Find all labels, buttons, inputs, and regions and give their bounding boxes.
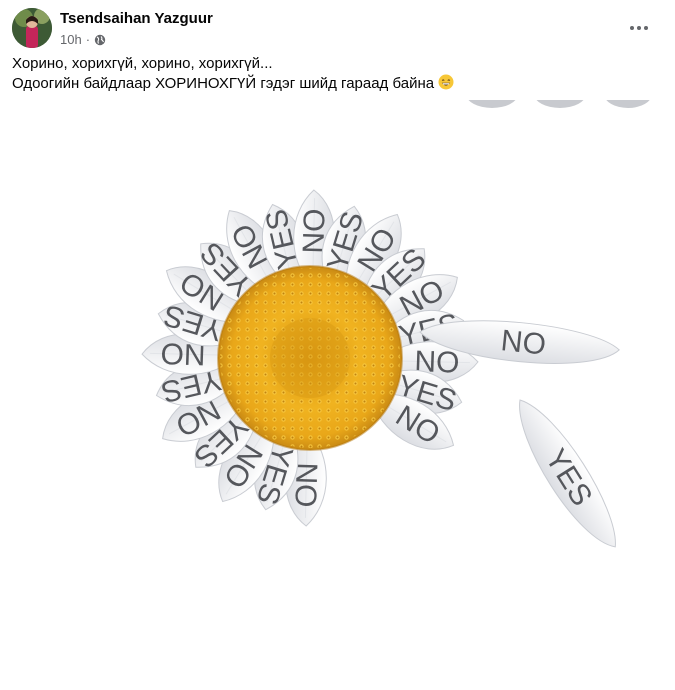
post-meta: 10h · <box>60 32 106 47</box>
facebook-post: Tsendsaihan Yazguur 10h · Хорино, хорихг… <box>0 0 675 685</box>
more-options-button[interactable] <box>623 12 655 44</box>
post-photo[interactable]: NO YES NO YES NO YES NO YES NO YES NO YES NO YES NO YES… <box>0 80 675 685</box>
author-avatar[interactable] <box>12 8 52 48</box>
post-text-line-2-content: Одоогийн байдлаар ХОРИНОХГҮЙ гэдэг шийд … <box>12 75 435 92</box>
post-time[interactable]: 10h <box>60 32 82 47</box>
top-edge-shapes <box>466 80 652 108</box>
grinning-face-emoji <box>438 74 454 90</box>
more-options-icon-dot <box>644 26 648 30</box>
meta-separator: · <box>85 32 91 47</box>
author-name[interactable]: Tsendsaihan Yazguur <box>60 10 213 27</box>
more-options-icon-dot <box>630 26 634 30</box>
post-header: Tsendsaihan Yazguur 10h · <box>12 8 663 48</box>
globe-icon[interactable] <box>94 34 106 46</box>
daisy-image: NOYESNOYESNOYESNOYESNOYESNOYESNOYESNOYES… <box>141 80 652 548</box>
flower-center <box>217 265 403 451</box>
post-text: Хорино, хорихгүй, хорино, хорихгүй... Од… <box>12 54 662 94</box>
more-options-icon-dot <box>637 26 641 30</box>
loose-petal: YES <box>519 399 616 548</box>
post-text-line-1: Хорино, хорихгүй, хорино, хорихгүй... <box>12 55 273 72</box>
post-text-line-2: Одоогийн байдлаар ХОРИНОХГҮЙ гэдэг шийд … <box>12 74 662 94</box>
avatar-image <box>12 8 52 48</box>
loose-petal-label: NO <box>499 324 547 362</box>
